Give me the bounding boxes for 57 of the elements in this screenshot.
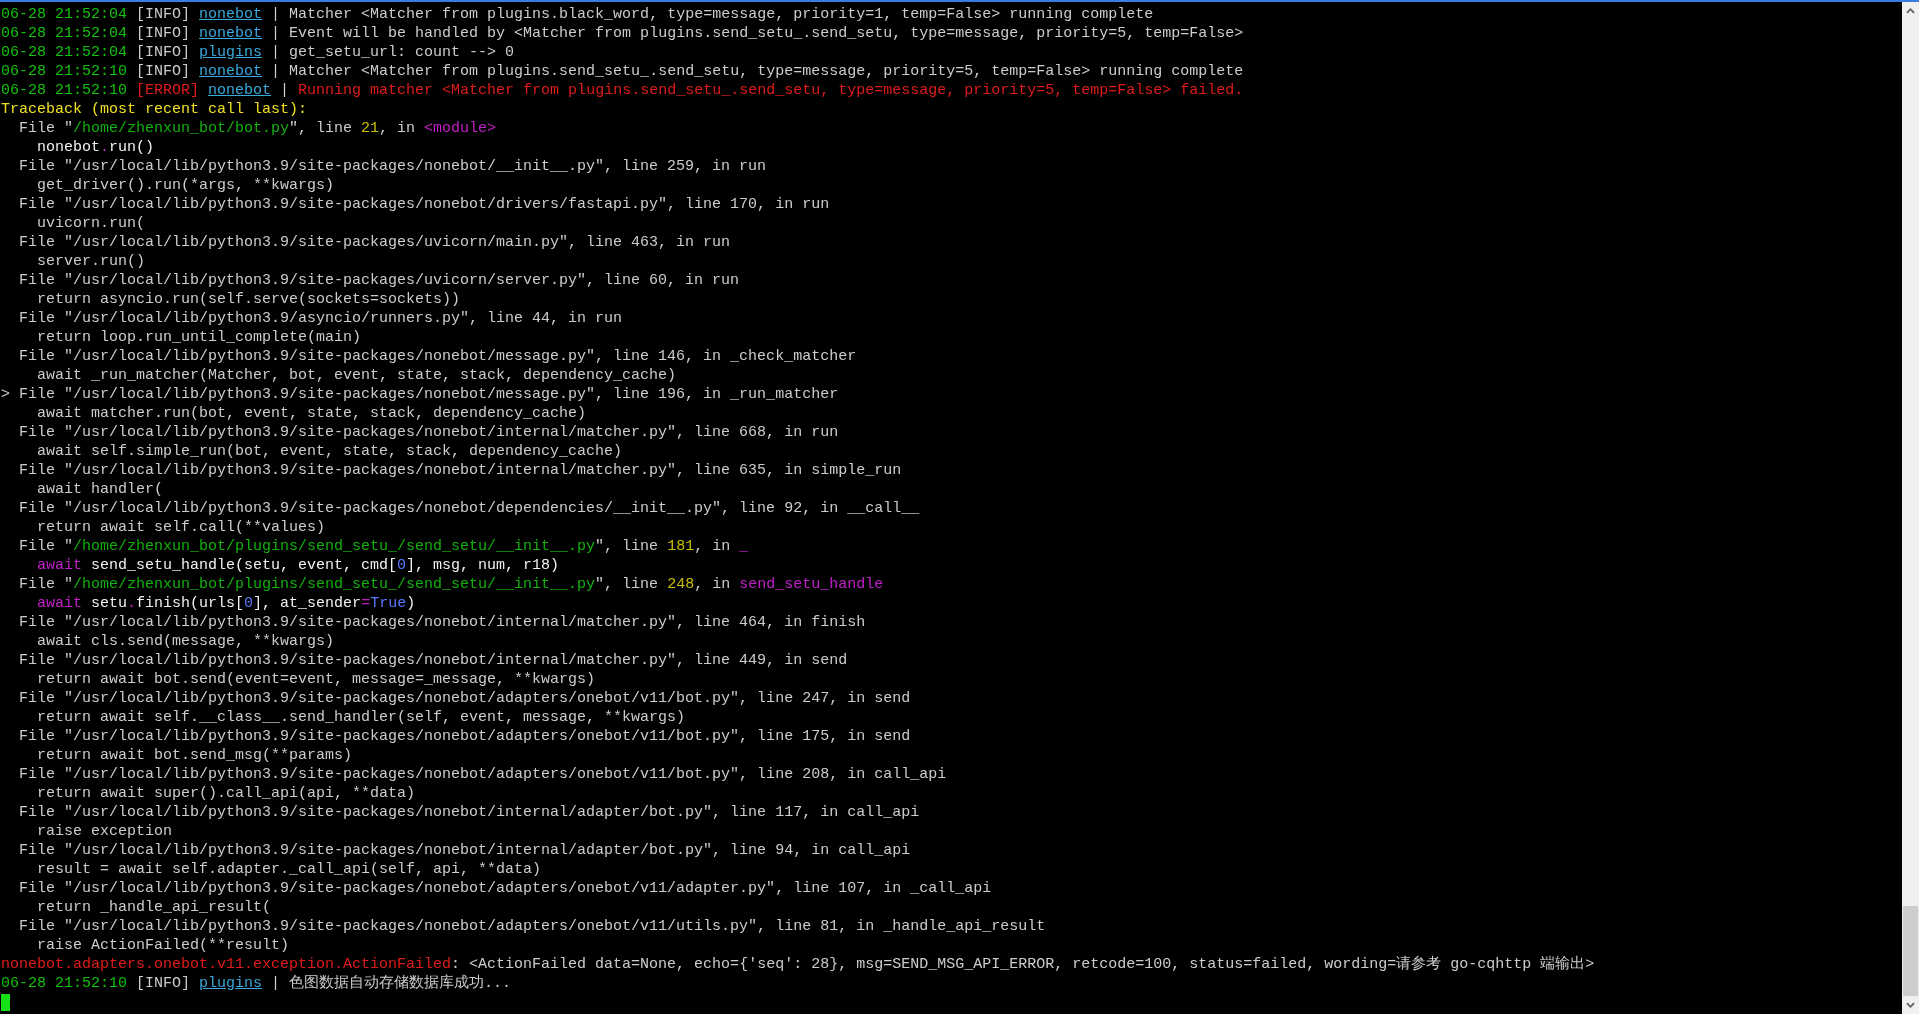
scrollbar-thumb[interactable] bbox=[1903, 906, 1918, 996]
terminal-line: await setu.finish(urls[0], at_sender=True) bbox=[36, 594, 417, 613]
terminal-line: 06-28 21:52:04 [INFO] nonebot | Matcher <Matcher from plugins.black_word, type=message, priority=1, temp=False> running complete bbox=[1, 5, 1155, 24]
terminal-line: File "/usr/local/lib/python3.9/asyncio/runners.py", line 44, in run bbox=[18, 309, 624, 328]
terminal-line: nonebot.run() bbox=[36, 138, 156, 157]
terminal-line: result = await self.adapter._call_api(self, api, **data) bbox=[36, 860, 543, 879]
terminal-line: return await self.call(**values) bbox=[36, 518, 327, 537]
scroll-up-icon[interactable] bbox=[1906, 7, 1915, 15]
terminal-line: return await bot.send(event=event, message=_message, **kwargs) bbox=[36, 670, 597, 689]
terminal-line: File "/usr/local/lib/python3.9/site-packages/nonebot/internal/adapter/bot.py", line 117, in call_api bbox=[18, 803, 921, 822]
terminal-line: return _handle_api_result( bbox=[36, 898, 273, 917]
terminal-line: 06-28 21:52:10 [ERROR] nonebot | Running matcher <Matcher from plugins.send_setu_.send_setu, type=message, priority=5, temp=False> failed. bbox=[1, 81, 1245, 100]
terminal-line: return loop.run_until_complete(main) bbox=[36, 328, 363, 347]
terminal-line: await send_setu_handle(setu, event, cmd[0], msg, num, r18) bbox=[36, 556, 561, 575]
terminal-line: File "/home/zhenxun_bot/plugins/send_setu_/send_setu/__init__.py", line 181, in _ bbox=[18, 537, 750, 556]
terminal-line: 06-28 21:52:10 [INFO] plugins | 色图数据自动存储数据库成功... bbox=[1, 974, 513, 993]
terminal-line: File "/usr/local/lib/python3.9/site-packages/nonebot/internal/matcher.py", line 668, in run bbox=[18, 423, 840, 442]
terminal-line: await cls.send(message, **kwargs) bbox=[36, 632, 336, 651]
terminal-line: File "/usr/local/lib/python3.9/site-packages/nonebot/dependencies/__init__.py", line 92, in __call__ bbox=[18, 499, 921, 518]
terminal-line: File "/usr/local/lib/python3.9/site-packages/nonebot/adapters/onebot/v11/utils.py", line 81, in _handle_api_result bbox=[18, 917, 1047, 936]
terminal-line: File "/usr/local/lib/python3.9/site-packages/nonebot/__init__.py", line 259, in run bbox=[18, 157, 768, 176]
terminal-line: return await super().call_api(api, **data) bbox=[36, 784, 417, 803]
terminal-line: File "/usr/local/lib/python3.9/site-packages/nonebot/internal/matcher.py", line 635, in simple_run bbox=[18, 461, 903, 480]
terminal-line: await matcher.run(bot, event, state, stack, dependency_cache) bbox=[36, 404, 588, 423]
terminal-line: File "/usr/local/lib/python3.9/site-packages/uvicorn/main.py", line 463, in run bbox=[18, 233, 732, 252]
terminal-line: File "/usr/local/lib/python3.9/site-packages/nonebot/internal/matcher.py", line 449, in send bbox=[18, 651, 849, 670]
scrollbar[interactable] bbox=[1902, 2, 1919, 1014]
terminal-line: 06-28 21:52:04 [INFO] plugins | get_setu_url: count --> 0 bbox=[1, 43, 516, 62]
terminal-line: return await bot.send_msg(**params) bbox=[36, 746, 354, 765]
terminal-line: File "/usr/local/lib/python3.9/site-packages/uvicorn/server.py", line 60, in run bbox=[18, 271, 741, 290]
terminal-line: File "/usr/local/lib/python3.9/site-packages/nonebot/adapters/onebot/v11/bot.py", line 208, in call_api bbox=[18, 765, 948, 784]
terminal-line: raise exception bbox=[36, 822, 174, 841]
terminal-line: File "/usr/local/lib/python3.9/site-packages/nonebot/internal/matcher.py", line 464, in finish bbox=[18, 613, 867, 632]
terminal-line: File "/usr/local/lib/python3.9/site-packages/nonebot/drivers/fastapi.py", line 170, in run bbox=[18, 195, 831, 214]
text-cursor bbox=[1, 994, 10, 1011]
terminal-line: return asyncio.run(self.serve(sockets=sockets)) bbox=[36, 290, 462, 309]
terminal-line: 06-28 21:52:04 [INFO] nonebot | Event will be handled by <Matcher from plugins.send_setu_.send_setu, type=message, priority=5, temp=False> bbox=[1, 24, 1245, 43]
terminal-line: Traceback (most recent call last): bbox=[1, 100, 309, 119]
terminal-line: uvicorn.run( bbox=[36, 214, 147, 233]
terminal-line: > File "/usr/local/lib/python3.9/site-packages/nonebot/message.py", line 196, in _run_matcher bbox=[1, 385, 840, 404]
terminal-line: return await self.__class__.send_handler(self, event, message, **kwargs) bbox=[36, 708, 687, 727]
terminal-line: File "/usr/local/lib/python3.9/site-packages/nonebot/adapters/onebot/v11/bot.py", line 247, in send bbox=[18, 689, 912, 708]
terminal-line: get_driver().run(*args, **kwargs) bbox=[36, 176, 336, 195]
terminal-line: File "/usr/local/lib/python3.9/site-packages/nonebot/adapters/onebot/v11/adapter.py", line 107, in _call_api bbox=[18, 879, 993, 898]
terminal-line: nonebot.adapters.onebot.v11.exception.ActionFailed: <ActionFailed data=None, echo={'seq': 28}, msg=SEND_MSG_API_ERROR, retcode=100, status=failed, wording=请参考 go-cqhttp 端输出> bbox=[1, 955, 1596, 974]
terminal-line: await _run_matcher(Matcher, bot, event, state, stack, dependency_cache) bbox=[36, 366, 678, 385]
terminal-line: server.run() bbox=[36, 252, 147, 271]
terminal-line: File "/usr/local/lib/python3.9/site-packages/nonebot/adapters/onebot/v11/bot.py", line 175, in send bbox=[18, 727, 912, 746]
terminal-line: File "/home/zhenxun_bot/bot.py", line 21, in <module> bbox=[18, 119, 498, 138]
terminal-line: File "/usr/local/lib/python3.9/site-packages/nonebot/internal/adapter/bot.py", line 94, in call_api bbox=[18, 841, 912, 860]
terminal-line: raise ActionFailed(**result) bbox=[36, 936, 291, 955]
terminal-line: await handler( bbox=[36, 480, 165, 499]
scroll-down-icon[interactable] bbox=[1906, 1001, 1915, 1009]
terminal-line: File "/home/zhenxun_bot/plugins/send_setu_/send_setu/__init__.py", line 248, in send_setu_handle bbox=[18, 575, 885, 594]
terminal-line: 06-28 21:52:10 [INFO] nonebot | Matcher <Matcher from plugins.send_setu_.send_setu, type=message, priority=5, temp=False> running complete bbox=[1, 62, 1245, 81]
terminal-line: await self.simple_run(bot, event, state, stack, dependency_cache) bbox=[36, 442, 624, 461]
terminal-line: File "/usr/local/lib/python3.9/site-packages/nonebot/message.py", line 146, in _check_matcher bbox=[18, 347, 858, 366]
